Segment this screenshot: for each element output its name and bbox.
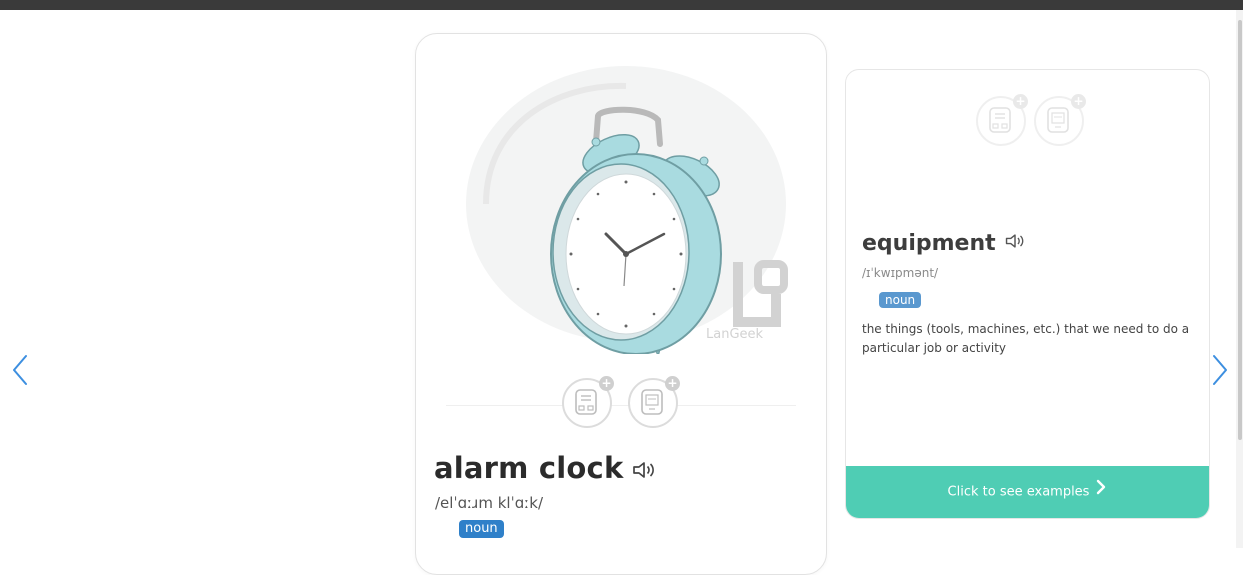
flashcard-abc-add-icon: [641, 389, 663, 415]
prev-card-button[interactable]: [8, 350, 32, 390]
word-card-side: + + equipment /ɪˈkwɪpmənt/ noun the thin…: [845, 69, 1210, 519]
headword: alarm clock: [434, 450, 657, 488]
chevron-left-icon: [13, 355, 27, 385]
next-card-button[interactable]: [1208, 350, 1232, 390]
chevron-right-icon: [1097, 479, 1106, 495]
flashcard-add-icon: [575, 389, 597, 415]
pronounce-button[interactable]: [1004, 230, 1026, 258]
speaker-icon: [633, 462, 655, 478]
plus-icon: +: [1071, 94, 1086, 109]
pronunciation: /ɪˈkwɪpmənt/: [862, 266, 939, 280]
speaker-icon: [1005, 234, 1024, 248]
flashcard-abc-add-icon: [1047, 107, 1069, 133]
headword: equipment: [862, 230, 1026, 258]
flashcard-add-icon: [989, 107, 1011, 133]
add-flashcard-button[interactable]: +: [562, 376, 614, 428]
card-divider: [446, 405, 796, 406]
alarm-clock-illustration: [466, 66, 788, 354]
definition: the things (tools, machines, etc.) that …: [862, 322, 1190, 355]
plus-icon: +: [599, 376, 614, 391]
chevron-right-icon: [1213, 355, 1227, 385]
top-bar: [0, 0, 1243, 10]
see-examples-button[interactable]: Click to see examples: [846, 466, 1209, 518]
headword-text: alarm clock: [434, 451, 624, 485]
plus-icon: +: [1013, 94, 1028, 109]
part-of-speech-badge: noun: [879, 292, 922, 308]
add-abc-flashcard-button[interactable]: +: [1034, 94, 1086, 146]
word-card-main: LanGeek + + alarm clock /elˈɑːɹm klˈɑːk/…: [415, 33, 827, 575]
watermark-text: LanGeek: [706, 327, 764, 342]
part-of-speech-badge: noun: [459, 520, 504, 538]
plus-icon: +: [665, 376, 680, 391]
add-flashcard-button[interactable]: +: [976, 94, 1028, 146]
headword-text: equipment: [862, 231, 996, 256]
see-examples-label: Click to see examples: [947, 484, 1090, 500]
pronounce-button[interactable]: [631, 452, 657, 488]
pronunciation: /elˈɑːɹm klˈɑːk/: [435, 494, 544, 512]
scrollbar-thumb[interactable]: [1238, 20, 1242, 440]
add-abc-flashcard-button[interactable]: +: [628, 376, 680, 428]
